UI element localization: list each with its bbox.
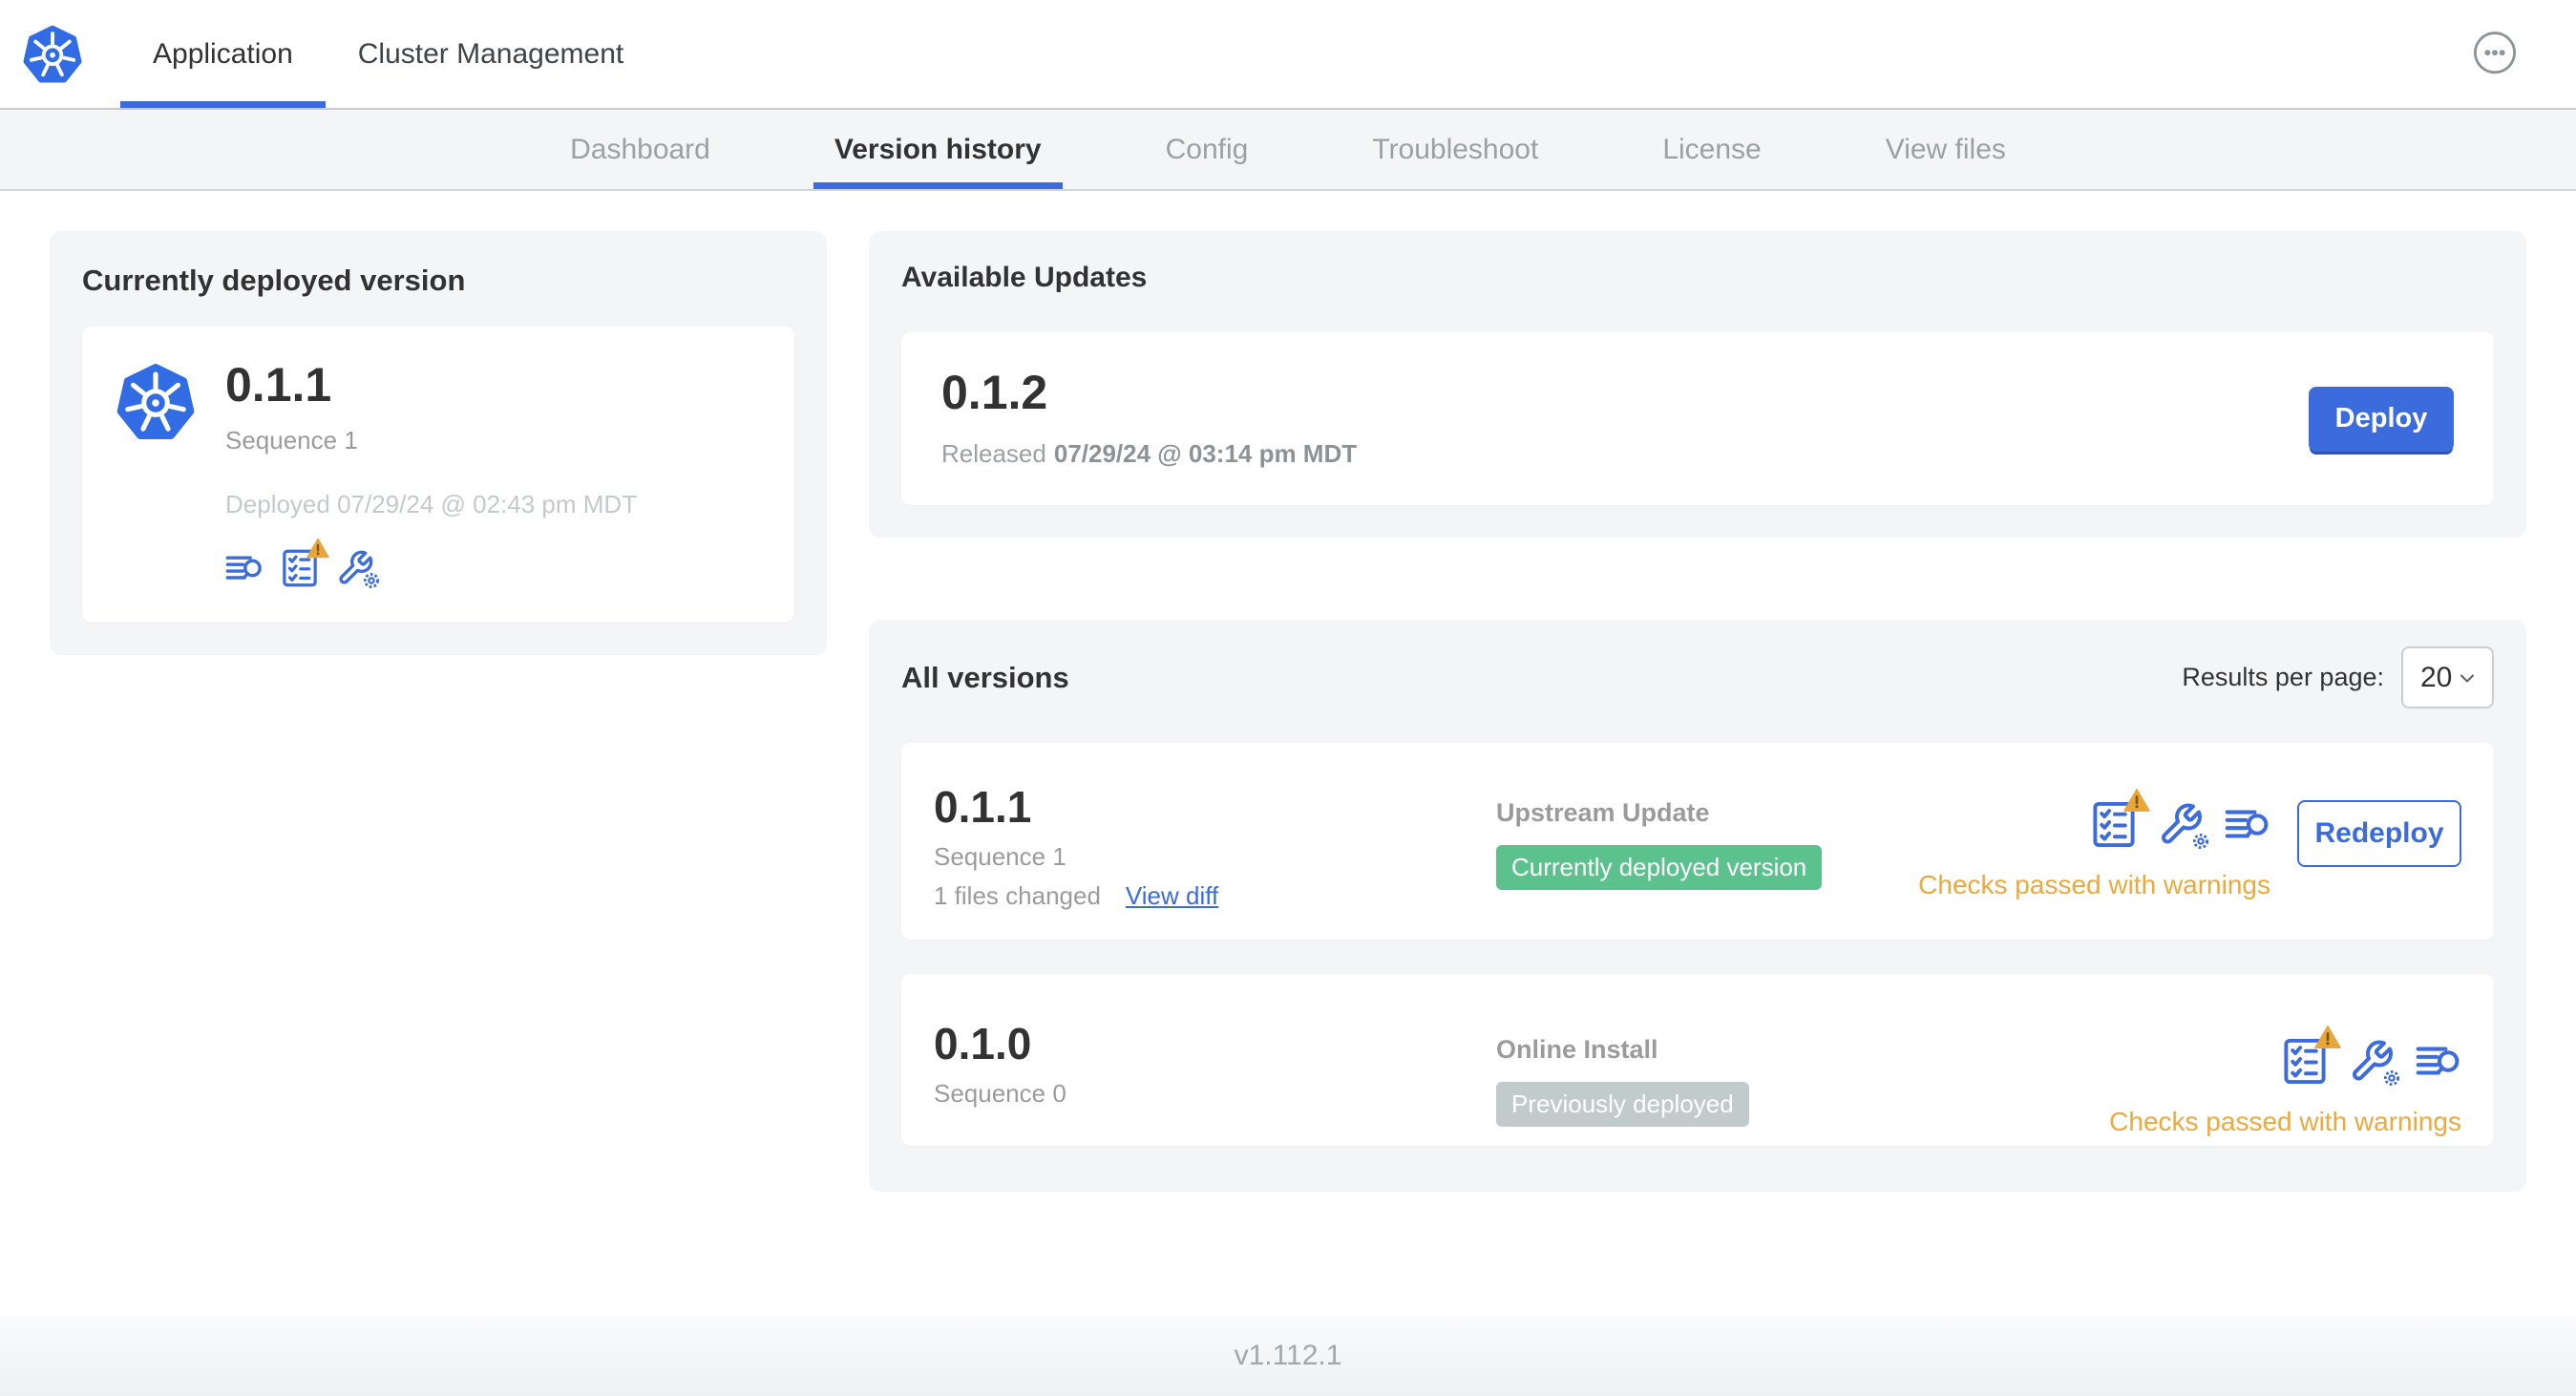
kubernetes-logo-icon [23, 0, 82, 108]
results-per-page-label: Results per page: [2182, 663, 2384, 691]
app-version-text: v1.112.1 [1234, 1340, 1342, 1371]
results-per-page-value: 20 [2420, 661, 2453, 693]
deployed-timestamp: Deployed 07/29/24 @ 02:43 pm MDT [225, 490, 638, 518]
chevron-down-icon [2460, 674, 2474, 682]
warning-triangle-icon [2314, 1025, 2341, 1049]
view-diff-link[interactable]: View diff [1126, 881, 1218, 911]
app-header: Application Cluster Management [0, 0, 2576, 110]
checklist-icon[interactable] [281, 538, 329, 588]
previously-deployed-badge: Previously deployed [1496, 1082, 1749, 1127]
logs-search-icon[interactable] [225, 548, 264, 588]
released-label: Released [941, 439, 1046, 468]
deployed-version-actions [225, 538, 637, 591]
subnav-tab-view-files[interactable]: View files [1865, 110, 2027, 189]
gear-icon [361, 570, 382, 591]
version-actions [2091, 789, 2270, 852]
subnav-tab-troubleshoot[interactable]: Troubleshoot [1351, 110, 1559, 189]
version-number: 0.1.1 [934, 782, 1032, 832]
available-updates-title: Available Updates [901, 262, 1148, 293]
available-updates-card: Available Updates 0.1.2 Released 07/29/24… [869, 231, 2526, 538]
ellipsis-icon [2473, 31, 2517, 74]
warning-triangle-icon [306, 538, 329, 559]
currently-deployed-badge: Currently deployed version [1496, 845, 1823, 890]
deploy-button[interactable]: Deploy [2309, 386, 2454, 452]
subnav-tab-config[interactable]: Config [1145, 110, 1270, 189]
redeploy-button[interactable]: Redeploy [2297, 800, 2461, 867]
deployed-version-panel: 0.1.1 Sequence 1 Deployed 07/29/24 @ 02:… [82, 327, 794, 623]
subnav-tab-dashboard[interactable]: Dashboard [549, 110, 731, 189]
header-tabs: Application Cluster Management [120, 0, 656, 108]
all-versions-title: All versions [901, 660, 1069, 694]
logs-search-icon[interactable] [2225, 800, 2270, 849]
header-tab-application[interactable]: Application [120, 0, 326, 108]
subnav-tab-version-history[interactable]: Version history [813, 110, 1063, 189]
released-date: 07/29/24 @ 03:14 pm MDT [1053, 439, 1358, 468]
all-versions-header: All versions Results per page: 20 [901, 646, 2494, 709]
currently-deployed-card: Currently deployed version 0.1.1 Sequenc… [50, 231, 827, 655]
app-footer: v1.112.1 [0, 1316, 2576, 1396]
kubernetes-logo-icon [116, 361, 195, 588]
more-menu-button[interactable] [2473, 31, 2517, 74]
app-subnav: Dashboard Version history Config Trouble… [0, 110, 2576, 191]
checklist-icon[interactable] [2282, 1026, 2341, 1086]
version-row: 0.1.0 Sequence 0 Online Install Previous… [901, 974, 2494, 1146]
files-changed-label: 1 files changed [934, 881, 1101, 910]
wrench-gear-icon[interactable] [2349, 1037, 2402, 1089]
sequence-label: Sequence 1 [934, 842, 1066, 871]
header-tab-cluster-management[interactable]: Cluster Management [326, 0, 656, 108]
checks-status-text: Checks passed with warnings [2109, 1107, 2461, 1136]
version-number: 0.1.0 [934, 1019, 1032, 1068]
deployed-version-number: 0.1.1 [225, 358, 332, 412]
version-actions [2282, 1026, 2461, 1089]
checklist-icon[interactable] [2091, 789, 2150, 849]
checks-status-text: Checks passed with warnings [1918, 870, 2270, 899]
update-version-number: 0.1.2 [941, 366, 1048, 419]
gear-icon [2190, 831, 2211, 852]
update-row: 0.1.2 Released 07/29/24 @ 03:14 pm MDT De… [901, 332, 2494, 505]
all-versions-card: All versions Results per page: 20 0.1.1 … [869, 620, 2526, 1192]
warning-triangle-icon [2123, 788, 2150, 813]
gear-icon [2381, 1068, 2402, 1089]
version-row: 0.1.1 Sequence 1 1 files changed View di… [901, 743, 2494, 940]
currently-deployed-title: Currently deployed version [82, 264, 466, 297]
released-timestamp: Released 07/29/24 @ 03:14 pm MDT [941, 439, 1357, 469]
sequence-label: Sequence 0 [934, 1079, 1066, 1108]
version-source-label: Upstream Update [1496, 798, 1710, 827]
subnav-tab-license[interactable]: License [1641, 110, 1782, 189]
results-per-page: Results per page: 20 [2182, 646, 2494, 709]
main-content: Currently deployed version 0.1.1 Sequenc… [0, 191, 2576, 1316]
deployed-sequence-label: Sequence 1 [225, 426, 358, 455]
logs-search-icon[interactable] [2416, 1037, 2461, 1086]
wrench-gear-icon[interactable] [336, 548, 382, 591]
results-per-page-select[interactable]: 20 [2401, 646, 2494, 709]
wrench-gear-icon[interactable] [2158, 800, 2211, 852]
version-source-label: Online Install [1496, 1035, 1658, 1064]
